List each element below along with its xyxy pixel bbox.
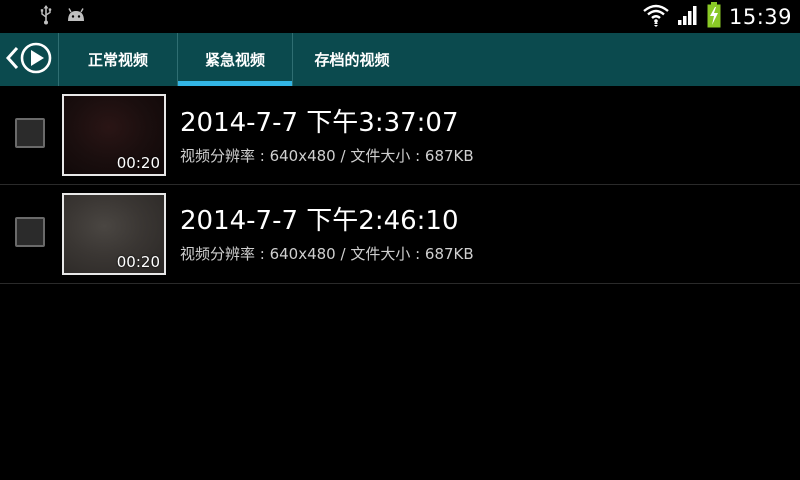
battery-charging-icon [707, 2, 721, 32]
list-divider [0, 283, 800, 284]
video-title: 2014-7-7 下午3:37:07 [180, 108, 459, 138]
video-list-item[interactable]: 00:20 2014-7-7 下午2:46:10 视频分辨率 : 640x480… [0, 185, 800, 283]
tab-label: 紧急视频 [204, 51, 265, 69]
usb-icon [40, 5, 52, 29]
status-bar: 15:39 [0, 0, 800, 33]
tab-archived-videos[interactable]: 存档的视频 [293, 33, 411, 86]
video-thumbnail[interactable]: 00:20 [62, 193, 166, 275]
select-checkbox[interactable] [15, 118, 45, 148]
android-icon [66, 7, 86, 27]
action-bar: 正常视频 紧急视频 存档的视频 [0, 33, 800, 86]
select-checkbox[interactable] [15, 217, 45, 247]
signal-icon [677, 4, 699, 30]
tab-label: 正常视频 [87, 51, 148, 69]
wifi-icon [643, 2, 669, 32]
screen: 15:39 正常视频 紧急视频 存档的视频 00:20 2014-7-7 下午3… [0, 0, 800, 480]
video-duration: 00:20 [116, 253, 160, 271]
video-thumbnail[interactable]: 00:20 [62, 94, 166, 176]
video-list-item[interactable]: 00:20 2014-7-7 下午3:37:07 视频分辨率 : 640x480… [0, 86, 800, 184]
tab-label: 存档的视频 [314, 51, 390, 69]
video-duration: 00:20 [116, 154, 160, 172]
status-bar-system: 15:39 [643, 2, 792, 32]
status-bar-notifications [40, 5, 86, 29]
back-play-icon [4, 40, 54, 80]
tab-emergency-videos[interactable]: 紧急视频 [178, 33, 292, 86]
video-title: 2014-7-7 下午2:46:10 [180, 206, 459, 236]
back-button[interactable] [0, 33, 58, 86]
video-meta: 视频分辨率 : 640x480 / 文件大小 : 687KB [180, 245, 474, 263]
tab-normal-videos[interactable]: 正常视频 [59, 33, 177, 86]
video-meta: 视频分辨率 : 640x480 / 文件大小 : 687KB [180, 147, 474, 165]
clock: 15:39 [728, 5, 792, 29]
